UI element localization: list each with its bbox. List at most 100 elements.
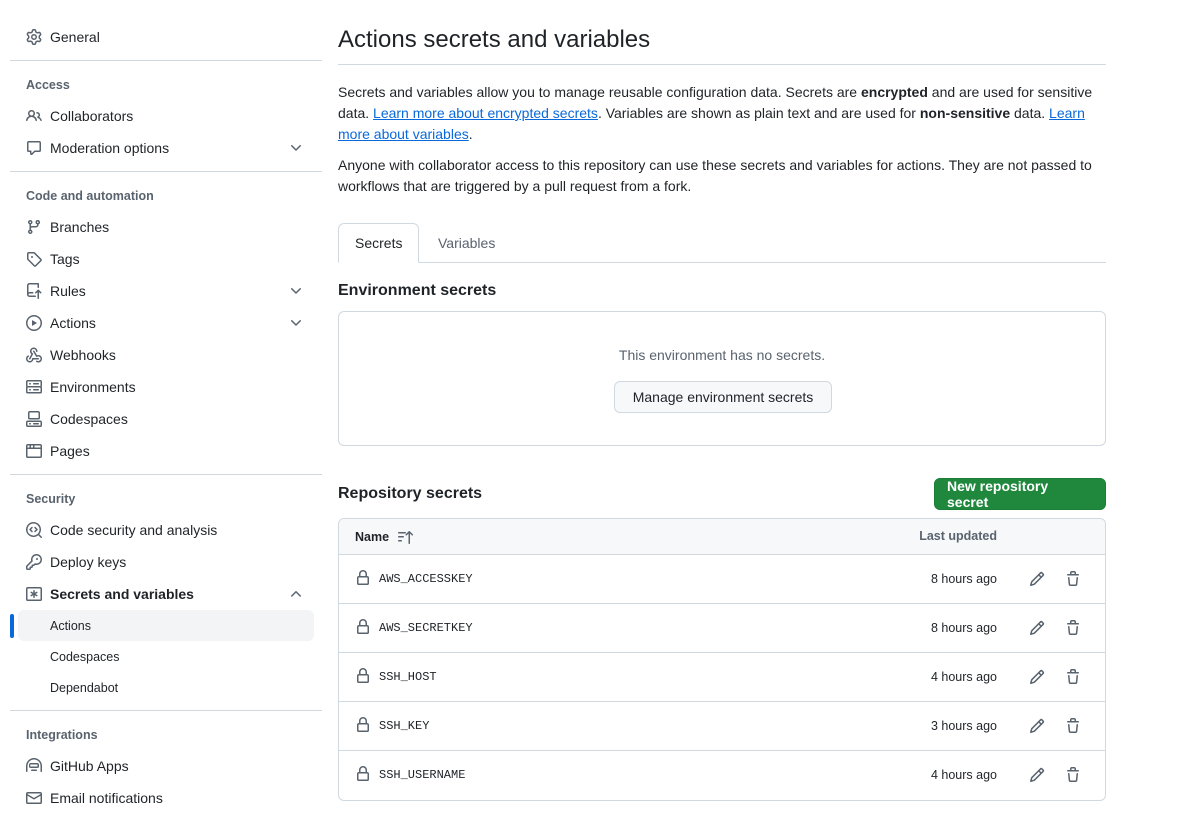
column-header-name[interactable]: Name [355, 529, 414, 545]
sidebar-subitem-codespaces[interactable]: Codespaces [18, 641, 314, 672]
hubot-icon [26, 758, 42, 774]
lock-icon [357, 619, 369, 634]
lock-icon [357, 717, 369, 732]
secret-last-updated: 8 hours ago [930, 572, 997, 586]
secrets-variables-tabs: Secrets Variables [338, 223, 1106, 263]
pencil-icon[interactable] [1029, 718, 1045, 734]
trash-icon[interactable] [1065, 571, 1081, 587]
repo-push-icon [26, 283, 42, 299]
manage-environment-secrets-button[interactable]: Manage environment secrets [614, 381, 832, 413]
table-row: SSH_KEY 3 hours ago [339, 702, 1105, 751]
environment-secrets-box: This environment has no secrets. Manage … [338, 311, 1106, 446]
chevron-up-icon [288, 586, 304, 602]
sidebar-item-label: Codespaces [50, 411, 128, 427]
gear-icon [26, 29, 42, 45]
sidebar-divider [10, 171, 322, 172]
section-heading-security: Security [26, 492, 76, 506]
sidebar-item-collaborators[interactable]: Collaborators [10, 100, 322, 132]
sidebar-item-label: Deploy keys [50, 554, 127, 570]
webhook-icon [26, 347, 42, 363]
sidebar-item-label: Rules [50, 283, 86, 299]
key-icon [26, 554, 42, 570]
sidebar-item-label: Environments [50, 379, 136, 395]
sort-asc-icon[interactable] [397, 529, 414, 545]
sidebar-item-label: GitHub Apps [50, 758, 129, 774]
sidebar-divider [10, 60, 322, 61]
secret-name: SSH_USERNAME [379, 768, 466, 782]
pencil-icon[interactable] [1029, 767, 1045, 783]
mail-icon [26, 790, 42, 806]
comment-discussion-icon [26, 140, 42, 156]
repository-secrets-table: Name Last updated AWS_ACCESSKEY 8 hours … [338, 518, 1106, 801]
active-indicator [10, 614, 14, 638]
sidebar-item-code-security[interactable]: Code security and analysis [10, 514, 322, 546]
column-header-last-updated: Last updated [919, 529, 997, 543]
sidebar-item-general[interactable]: General [10, 21, 322, 53]
sidebar-item-rules[interactable]: Rules [10, 275, 322, 307]
sidebar-item-secrets-variables[interactable]: Secrets and variables [10, 578, 322, 610]
git-branch-icon [26, 219, 42, 235]
trash-icon[interactable] [1065, 767, 1081, 783]
secret-last-updated: 3 hours ago [930, 719, 997, 733]
sidebar-subitem-dependabot[interactable]: Dependabot [18, 672, 314, 703]
secret-name: SSH_HOST [379, 670, 437, 684]
codescan-icon [26, 522, 42, 538]
people-icon [26, 108, 42, 124]
table-body: AWS_ACCESSKEY 8 hours ago AWS_SECRETKEY … [339, 555, 1105, 800]
sidebar-item-email-notifications[interactable]: Email notifications [10, 782, 322, 814]
sidebar-item-pages[interactable]: Pages [10, 435, 322, 467]
sidebar-subitem-actions[interactable]: Actions [18, 610, 314, 641]
sidebar-item-deploy-keys[interactable]: Deploy keys [10, 546, 322, 578]
trash-icon[interactable] [1065, 620, 1081, 636]
lock-icon [357, 766, 369, 781]
page-title: Actions secrets and variables [338, 26, 651, 53]
table-row: SSH_USERNAME 4 hours ago [339, 751, 1105, 800]
lock-icon [357, 668, 369, 683]
pencil-icon[interactable] [1029, 620, 1045, 636]
tag-icon [26, 251, 42, 267]
learn-more-secrets-link[interactable]: Learn more about encrypted secrets [373, 105, 598, 121]
secret-name: AWS_ACCESSKEY [379, 572, 473, 586]
secret-name: AWS_SECRETKEY [379, 621, 473, 635]
intro-paragraph: Secrets and variables allow you to manag… [338, 82, 1106, 145]
chevron-down-icon [288, 283, 304, 299]
intro-text: . Variables are shown as plain text and … [597, 105, 920, 121]
intro-bold-encrypted: encrypted [860, 84, 928, 100]
sidebar-item-codespaces[interactable]: Codespaces [10, 403, 322, 435]
trash-icon[interactable] [1065, 718, 1081, 734]
sidebar-divider [10, 710, 322, 711]
sidebar-item-branches[interactable]: Branches [10, 211, 322, 243]
access-note: Anyone with collaborator access to this … [338, 157, 1092, 194]
trash-icon[interactable] [1065, 669, 1081, 685]
browser-icon [26, 443, 42, 459]
secret-last-updated: 4 hours ago [930, 768, 997, 782]
tab-secrets[interactable]: Secrets [338, 223, 420, 263]
sidebar-item-label: Webhooks [50, 347, 116, 363]
pencil-icon[interactable] [1029, 571, 1045, 587]
table-header: Name Last updated [339, 519, 1105, 555]
sidebar-item-label: Secrets and variables [50, 586, 194, 602]
asterisk-square-icon [26, 586, 42, 602]
sidebar-item-webhooks[interactable]: Webhooks [10, 339, 322, 371]
table-row: SSH_HOST 4 hours ago [339, 653, 1105, 702]
pencil-icon[interactable] [1029, 669, 1045, 685]
intro-text: data. [1010, 105, 1050, 121]
intro-text: . [468, 126, 473, 142]
intro-bold-non-sensitive: non-sensitive [919, 105, 1011, 121]
sidebar-item-github-apps[interactable]: GitHub Apps [10, 750, 322, 782]
sidebar-item-actions[interactable]: Actions [10, 307, 322, 339]
secret-name: SSH_KEY [379, 719, 430, 733]
sidebar-item-moderation[interactable]: Moderation options [10, 132, 322, 164]
sidebar-item-tags[interactable]: Tags [10, 243, 322, 275]
sidebar-item-environments[interactable]: Environments [10, 371, 322, 403]
table-row: AWS_ACCESSKEY 8 hours ago [339, 555, 1105, 604]
secret-last-updated: 8 hours ago [930, 621, 997, 635]
sidebar-item-label: General [50, 29, 100, 45]
table-row: AWS_SECRETKEY 8 hours ago [339, 604, 1105, 653]
codespaces-icon [26, 411, 42, 427]
play-icon [26, 315, 42, 331]
environment-secrets-heading: Environment secrets [338, 282, 497, 299]
new-repository-secret-button[interactable]: New repository secret [934, 478, 1106, 510]
sidebar-item-label: Moderation options [50, 140, 170, 156]
tab-variables[interactable]: Variables [422, 223, 511, 263]
